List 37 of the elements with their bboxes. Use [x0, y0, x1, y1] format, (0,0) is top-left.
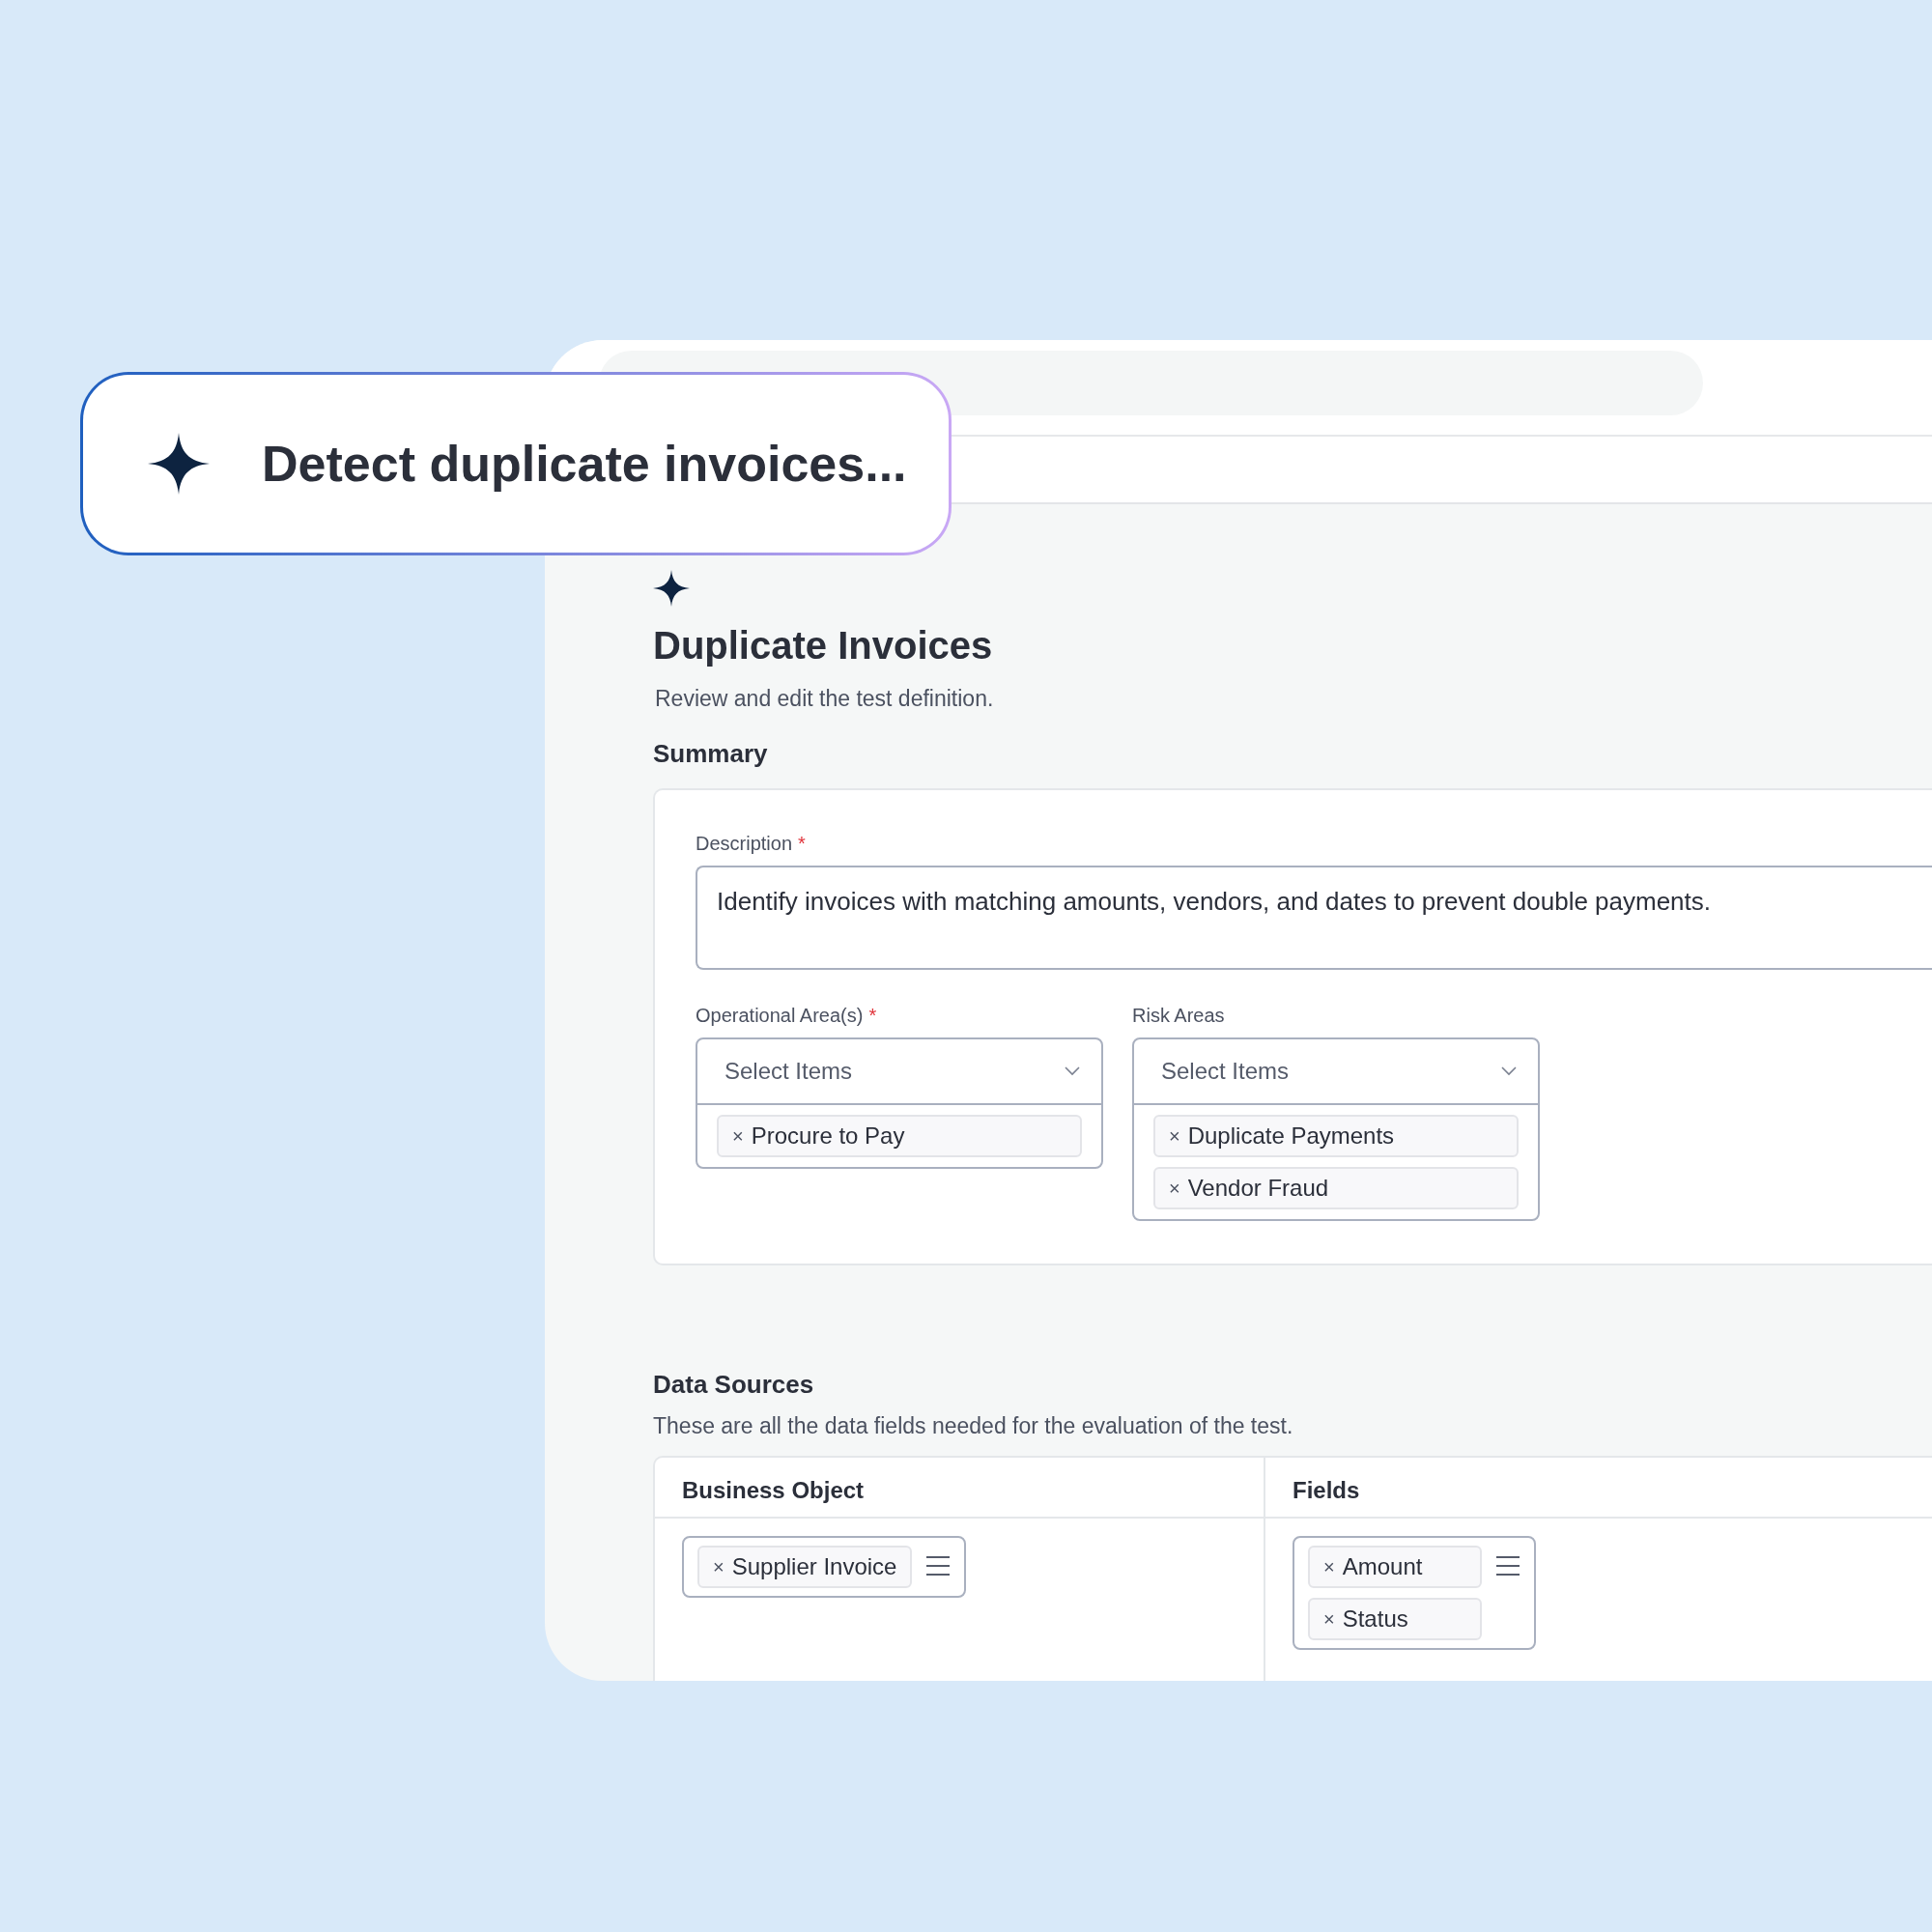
tag-chip[interactable]: × Supplier Invoice: [697, 1546, 913, 1589]
section-description: These are all the data fields needed for the evaluation of the test.: [653, 1411, 1294, 1440]
field-label: Description: [696, 831, 793, 856]
multi-select[interactable]: Select Items × Procure to Pay: [696, 1037, 1103, 1169]
description-field[interactable]: Identify invoices with matching amounts, vendors, and dates to prevent double payments.: [696, 865, 1932, 970]
sparkle-icon: [653, 570, 690, 607]
menu-icon[interactable]: [1495, 1555, 1520, 1577]
column-header: Business Object: [655, 1458, 1265, 1518]
remove-icon[interactable]: ×: [713, 1552, 724, 1582]
field-label: Risk Areas: [1132, 1003, 1225, 1028]
column-header: Fields: [1292, 1476, 1360, 1506]
page-subtitle: Review and edit the test definition.: [655, 685, 995, 713]
remove-icon[interactable]: ×: [1169, 1173, 1180, 1203]
tag-chip[interactable]: × Duplicate Payments: [1153, 1114, 1519, 1157]
multi-select[interactable]: Select Items × Duplicate Payments × Vendor Fraud: [1132, 1037, 1540, 1221]
page-title: Duplicate Invoices: [653, 623, 994, 668]
select-placeholder[interactable]: Select Items: [1161, 1053, 1290, 1089]
multi-select[interactable]: × Supplier Invoice: [682, 1536, 967, 1599]
required-mark: *: [798, 831, 806, 856]
remove-icon[interactable]: ×: [1323, 1605, 1335, 1634]
tag-chip[interactable]: × Amount: [1308, 1546, 1482, 1589]
chevron-down-icon[interactable]: [1501, 1065, 1517, 1076]
chevron-down-icon[interactable]: [1065, 1065, 1080, 1076]
section-heading: Summary: [653, 738, 769, 769]
tag-chip[interactable]: × Procure to Pay: [717, 1114, 1082, 1157]
remove-icon[interactable]: ×: [1323, 1552, 1335, 1582]
tag-chip[interactable]: × Status: [1308, 1598, 1482, 1641]
remove-icon[interactable]: ×: [1169, 1121, 1180, 1151]
section-heading: Data Sources: [653, 1369, 815, 1400]
remove-icon[interactable]: ×: [732, 1121, 744, 1151]
field-label: Operational Area(s): [696, 1003, 864, 1028]
multi-select[interactable]: × Amount × Status: [1293, 1536, 1536, 1651]
prompt-text: Detect duplicate invoices...: [262, 435, 907, 494]
menu-icon[interactable]: [925, 1555, 952, 1577]
select-placeholder[interactable]: Select Items: [724, 1053, 853, 1089]
required-mark: *: [868, 1003, 877, 1028]
tag-chip[interactable]: × Vendor Fraud: [1153, 1166, 1519, 1209]
